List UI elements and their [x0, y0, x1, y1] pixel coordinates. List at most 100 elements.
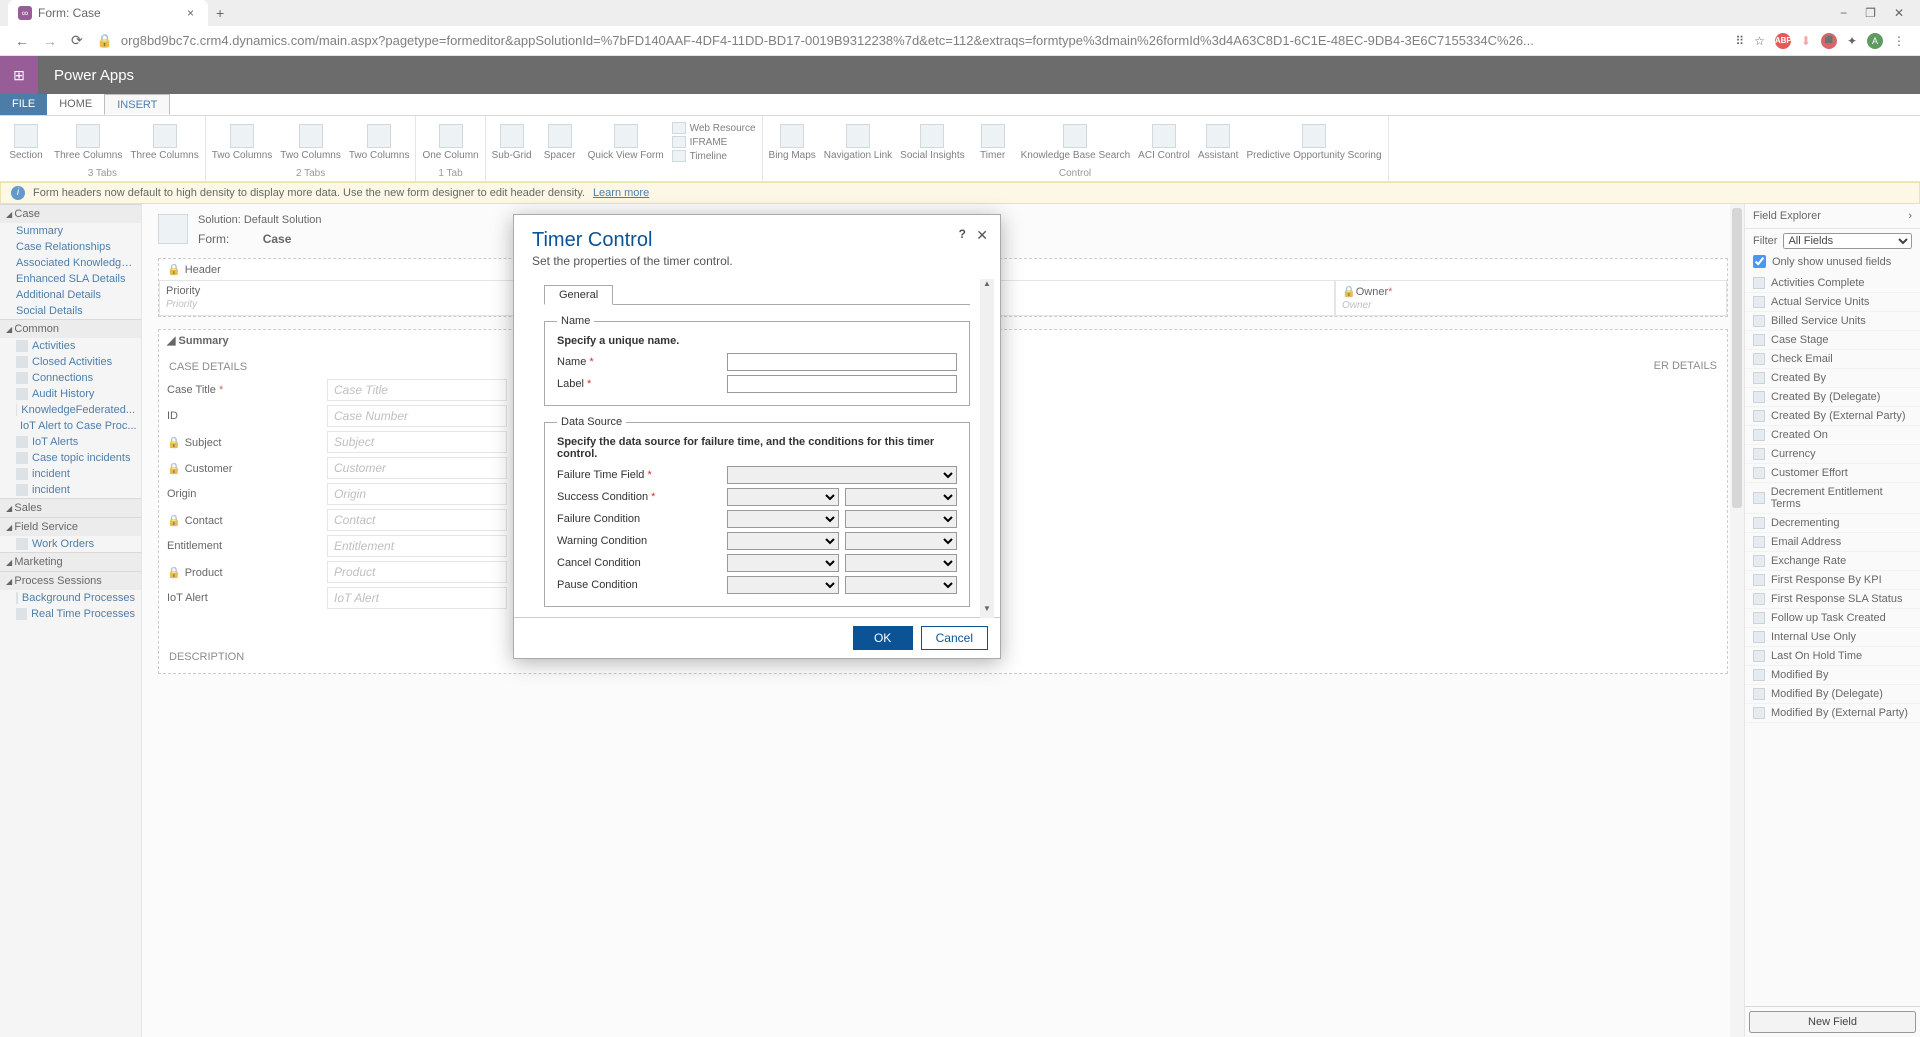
ds-select-1[interactable] [727, 554, 839, 572]
dialog-close-icon[interactable]: ✕ [976, 227, 988, 244]
new-field-button[interactable]: New Field [1749, 1011, 1916, 1033]
field-item[interactable]: Created On [1745, 426, 1920, 445]
field-item[interactable]: Currency [1745, 445, 1920, 464]
leftnav-bg-processes[interactable]: Background Processes [0, 590, 141, 606]
field-item[interactable]: Actual Service Units [1745, 293, 1920, 312]
info-learn-more-link[interactable]: Learn more [593, 187, 649, 199]
leftnav-iot-alerts[interactable]: IoT Alerts [0, 434, 141, 450]
canvas-scrollbar[interactable] [1730, 204, 1744, 1037]
translate-icon[interactable]: ⠿ [1735, 34, 1744, 48]
ds-select-2[interactable] [845, 488, 957, 506]
ds-select-1[interactable] [727, 576, 839, 594]
ds-select-2[interactable] [845, 576, 957, 594]
ribbon-navlink[interactable]: Navigation Link [824, 124, 892, 161]
ds-select-2[interactable] [845, 554, 957, 572]
tab-close-icon[interactable]: × [183, 6, 198, 20]
leftnav-process-header[interactable]: Process Sessions [0, 571, 141, 590]
leftnav-incident-2[interactable]: incident [0, 482, 141, 498]
ext-icon-3[interactable]: ⬛ [1821, 33, 1837, 49]
leftnav-enhanced-sla[interactable]: Enhanced SLA Details [0, 271, 141, 287]
leftnav-case-topic[interactable]: Case topic incidents [0, 450, 141, 466]
leftnav-audit-history[interactable]: Audit History [0, 386, 141, 402]
field-item[interactable]: Decrement Entitlement Terms [1745, 483, 1920, 514]
leftnav-activities[interactable]: Activities [0, 338, 141, 354]
leftnav-common-header[interactable]: Common [0, 319, 141, 338]
leftnav-connections[interactable]: Connections [0, 370, 141, 386]
field-item[interactable]: Billed Service Units [1745, 312, 1920, 331]
dialog-help-icon[interactable]: ? [959, 227, 966, 241]
ribbon-two-columns-1[interactable]: Two Columns [212, 124, 273, 161]
field-item[interactable]: Created By [1745, 369, 1920, 388]
ribbon-three-columns-2[interactable]: Three Columns [130, 124, 198, 161]
name-input[interactable] [727, 353, 957, 371]
collapse-icon[interactable]: › [1908, 210, 1912, 222]
extensions-puzzle-icon[interactable]: ✦ [1847, 34, 1857, 48]
dialog-tab-general[interactable]: General [544, 285, 613, 305]
ext-icon-2[interactable]: ⬇ [1801, 34, 1811, 48]
field-item[interactable]: Created By (External Party) [1745, 407, 1920, 426]
window-close-icon[interactable]: ✕ [1894, 6, 1904, 20]
field-item[interactable]: Decrementing [1745, 514, 1920, 533]
ds-select-1[interactable] [727, 532, 839, 550]
ds-select-2[interactable] [845, 510, 957, 528]
ribbon-timeline[interactable]: Timeline [672, 150, 756, 162]
ribbon-tab-file[interactable]: FILE [0, 94, 47, 115]
ribbon-three-columns-1[interactable]: Three Columns [54, 124, 122, 161]
cancel-button[interactable]: Cancel [921, 626, 988, 650]
field-item[interactable]: First Response By KPI [1745, 571, 1920, 590]
ribbon-kb[interactable]: Knowledge Base Search [1021, 124, 1131, 161]
dialog-scrollbar[interactable]: ▲▼ [980, 279, 994, 618]
ribbon-assistant[interactable]: Assistant [1198, 124, 1239, 161]
url-bar[interactable]: 🔒 org8bd9bc7c.crm4.dynamics.com/main.asp… [97, 33, 1722, 49]
field-item[interactable]: Email Address [1745, 533, 1920, 552]
bookmark-icon[interactable]: ☆ [1754, 34, 1765, 48]
ribbon-two-columns-3[interactable]: Two Columns [349, 124, 410, 161]
ribbon-social[interactable]: Social Insights [900, 124, 964, 161]
abp-icon[interactable]: ABP [1775, 33, 1791, 49]
ribbon-spacer[interactable]: Spacer [540, 124, 580, 161]
ribbon-subgrid[interactable]: Sub-Grid [492, 124, 532, 161]
field-item[interactable]: First Response SLA Status [1745, 590, 1920, 609]
field-item[interactable]: Check Email [1745, 350, 1920, 369]
header-priority[interactable]: PriorityPriority [159, 280, 551, 316]
filter-select[interactable]: All Fields [1783, 233, 1912, 249]
leftnav-knowledge-federated[interactable]: KnowledgeFederated... [0, 402, 141, 418]
header-owner[interactable]: 🔒Owner*Owner [1335, 280, 1727, 316]
leftnav-fieldservice-header[interactable]: Field Service [0, 517, 141, 536]
browser-menu-icon[interactable]: ⋮ [1893, 34, 1905, 48]
leftnav-workorders[interactable]: Work Orders [0, 536, 141, 552]
leftnav-sales-header[interactable]: Sales [0, 498, 141, 517]
window-minimize-icon[interactable]: − [1840, 6, 1847, 20]
ribbon-bingmaps[interactable]: Bing Maps [769, 124, 816, 161]
field-item[interactable]: Internal Use Only [1745, 628, 1920, 647]
ds-select-1[interactable] [727, 488, 839, 506]
field-item[interactable]: Last On Hold Time [1745, 647, 1920, 666]
leftnav-closed-activities[interactable]: Closed Activities [0, 354, 141, 370]
browser-tab[interactable]: ∞ Form: Case × [8, 0, 208, 26]
field-item[interactable]: Exchange Rate [1745, 552, 1920, 571]
field-item[interactable]: Modified By (Delegate) [1745, 685, 1920, 704]
ribbon-one-column[interactable]: One Column [422, 124, 478, 161]
ribbon-quickview[interactable]: Quick View Form [588, 124, 664, 161]
ribbon-timer[interactable]: Timer [973, 124, 1013, 161]
leftnav-iot-alert-proc[interactable]: IoT Alert to Case Proc... [0, 418, 141, 434]
leftnav-summary[interactable]: Summary [0, 223, 141, 239]
field-item[interactable]: Created By (Delegate) [1745, 388, 1920, 407]
unused-checkbox[interactable] [1753, 255, 1766, 268]
leftnav-additional-details[interactable]: Additional Details [0, 287, 141, 303]
ds-select-1[interactable] [727, 510, 839, 528]
field-item[interactable]: Modified By (External Party) [1745, 704, 1920, 723]
ribbon-webresource[interactable]: Web Resource [672, 122, 756, 134]
ribbon-aci[interactable]: ACI Control [1138, 124, 1190, 161]
leftnav-marketing-header[interactable]: Marketing [0, 552, 141, 571]
window-restore-icon[interactable]: ❐ [1865, 6, 1876, 20]
field-item[interactable]: Case Stage [1745, 331, 1920, 350]
ds-select-2[interactable] [845, 532, 957, 550]
leftnav-case-header[interactable]: Case [0, 204, 141, 223]
field-item[interactable]: Customer Effort [1745, 464, 1920, 483]
app-launcher-icon[interactable]: ⊞ [0, 56, 38, 94]
label-input[interactable] [727, 375, 957, 393]
ribbon-tab-insert[interactable]: INSERT [104, 94, 170, 115]
profile-avatar-icon[interactable]: A [1867, 33, 1883, 49]
browser-forward-icon[interactable]: → [43, 33, 57, 49]
